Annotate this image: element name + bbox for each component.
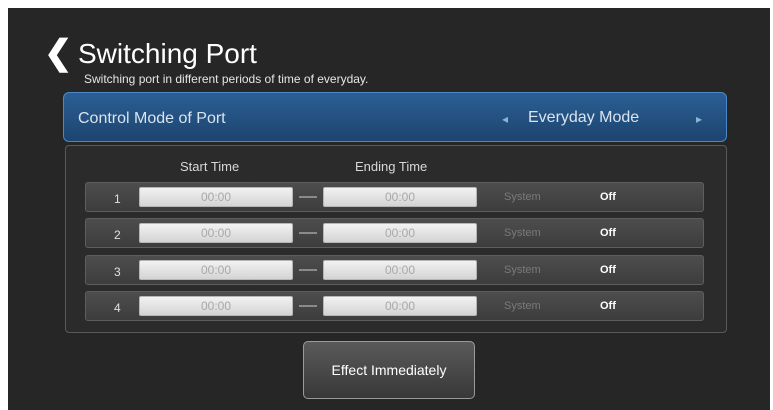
- row-number: 1: [114, 192, 121, 206]
- page-subtitle: Switching port in different periods of t…: [84, 72, 369, 86]
- row-number: 2: [114, 228, 121, 242]
- mode-next-arrow-icon[interactable]: ▸: [696, 112, 702, 126]
- effect-immediately-button[interactable]: Effect Immediately: [303, 341, 475, 399]
- back-chevron-icon[interactable]: ❮: [44, 36, 73, 70]
- control-mode-value: Everyday Mode: [528, 109, 640, 126]
- schedule-row-2: 2 00:00 00:00 System Off: [85, 218, 704, 248]
- system-label: System: [504, 264, 541, 276]
- screen: ❮ Switching Port Switching port in diffe…: [8, 8, 770, 410]
- port-status-toggle[interactable]: Off: [600, 264, 616, 277]
- start-time-field[interactable]: 00:00: [139, 296, 293, 316]
- start-time-field[interactable]: 00:00: [139, 260, 293, 280]
- port-status-toggle[interactable]: Off: [600, 300, 616, 313]
- ending-time-field[interactable]: 00:00: [323, 223, 477, 243]
- schedule-row-4: 4 00:00 00:00 System Off: [85, 291, 704, 321]
- start-time-header: Start Time: [180, 159, 240, 174]
- ending-time-field[interactable]: 00:00: [323, 260, 477, 280]
- time-separator: [299, 232, 317, 234]
- row-number: 4: [114, 301, 121, 315]
- system-label: System: [504, 227, 541, 239]
- time-separator: [299, 196, 317, 198]
- time-separator: [299, 305, 317, 307]
- port-status-toggle[interactable]: Off: [600, 191, 616, 204]
- control-mode-bar[interactable]: Control Mode of Port ◂ Everyday Mode ▸: [63, 92, 727, 142]
- mode-prev-arrow-icon[interactable]: ◂: [502, 112, 508, 126]
- start-time-field[interactable]: 00:00: [139, 187, 293, 207]
- control-mode-label: Control Mode of Port: [78, 110, 226, 127]
- schedule-row-3: 3 00:00 00:00 System Off: [85, 255, 704, 285]
- ending-time-field[interactable]: 00:00: [323, 296, 477, 316]
- page-title: Switching Port: [78, 38, 257, 69]
- system-label: System: [504, 300, 541, 312]
- system-label: System: [504, 191, 541, 203]
- schedule-row-1: 1 00:00 00:00 System Off: [85, 182, 704, 212]
- ending-time-header: Ending Time: [355, 159, 428, 174]
- start-time-field[interactable]: 00:00: [139, 223, 293, 243]
- time-separator: [299, 269, 317, 271]
- ending-time-field[interactable]: 00:00: [323, 187, 477, 207]
- row-number: 3: [114, 265, 121, 279]
- port-status-toggle[interactable]: Off: [600, 227, 616, 240]
